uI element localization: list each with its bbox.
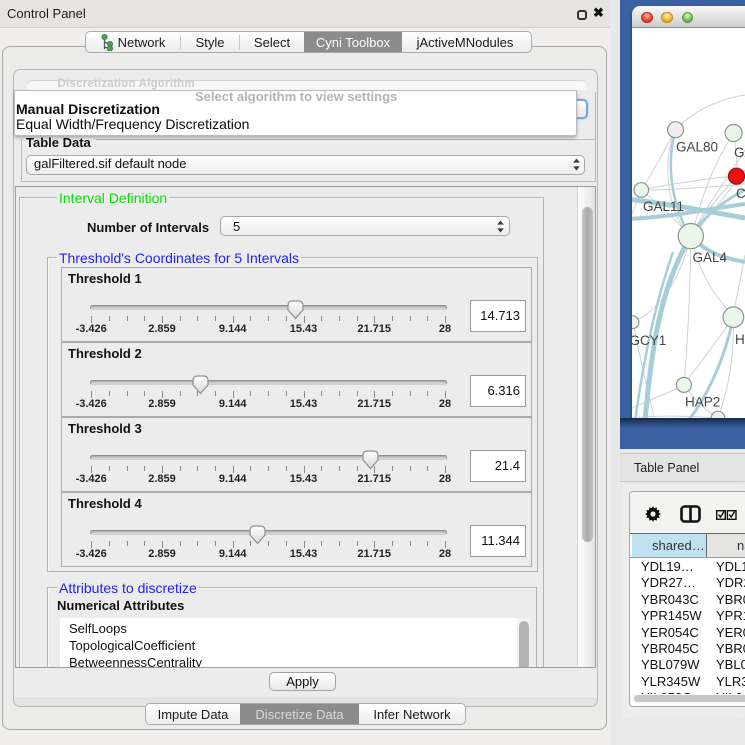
svg-text:H: H <box>735 332 745 347</box>
svg-text:GAL80: GAL80 <box>676 140 718 155</box>
svg-text:GA: GA <box>734 145 745 160</box>
svg-text:GAL4: GAL4 <box>693 250 728 265</box>
svg-text:GCY1: GCY1 <box>632 333 666 348</box>
svg-text:C: C <box>736 186 745 201</box>
svg-text:HAP2: HAP2 <box>685 395 720 410</box>
svg-text:GAL11: GAL11 <box>643 199 684 214</box>
